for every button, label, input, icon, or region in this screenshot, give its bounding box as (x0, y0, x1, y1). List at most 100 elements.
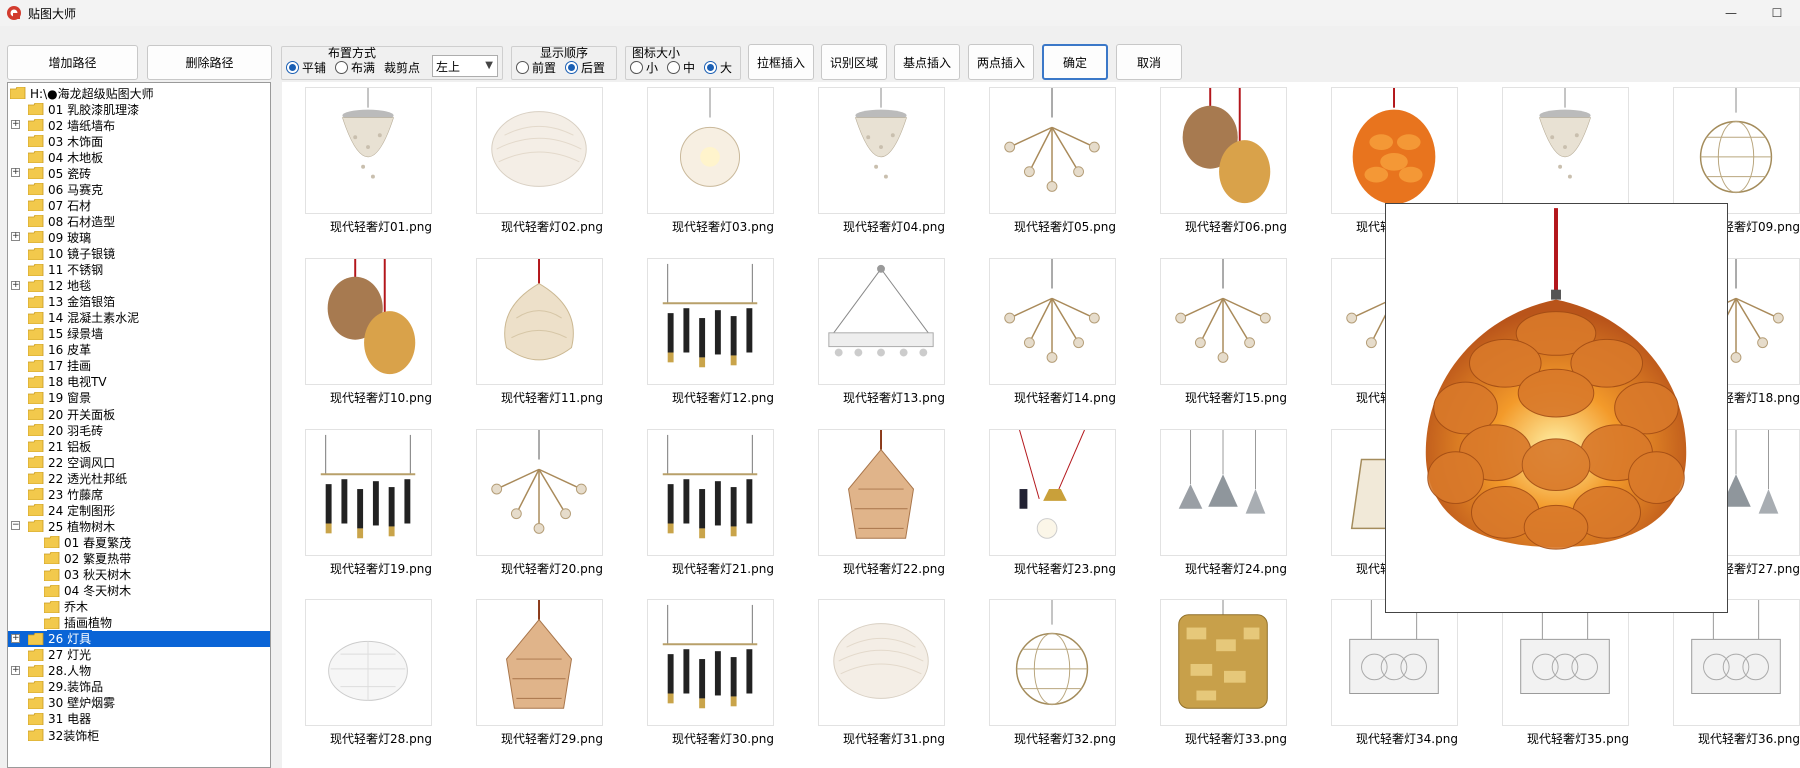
folder-tree[interactable]: H:\●海龙超级贴图大师 01 乳胶漆肌理漆 +02 墙纸墙布 03 木饰面 04 木地… (7, 82, 271, 768)
layout-radio-tile[interactable] (286, 61, 299, 74)
tree-item[interactable]: 08 石材造型 (8, 213, 270, 229)
image-tile[interactable]: 现代轻奢灯34.png (1308, 594, 1458, 754)
basepoint-insert-button[interactable]: 基点插入 (894, 44, 960, 80)
lamp-thumbnail[interactable] (818, 258, 945, 385)
lamp-thumbnail[interactable] (989, 429, 1116, 556)
tree-item[interactable]: 06 马赛克 (8, 181, 270, 197)
order-radio-back[interactable] (565, 61, 579, 74)
image-tile[interactable]: 现代轻奢灯28.png (282, 594, 432, 754)
lamp-thumbnail[interactable] (1502, 87, 1629, 214)
lamp-thumbnail[interactable] (305, 599, 432, 726)
delete-path-button[interactable]: 删除路径 (147, 45, 272, 80)
lamp-thumbnail[interactable] (1160, 599, 1287, 726)
layout-radio-fill[interactable] (335, 61, 349, 74)
lamp-thumbnail[interactable] (1160, 429, 1287, 556)
tree-item[interactable]: 03 秋天树木 (8, 567, 270, 583)
tree-item[interactable]: 13 金箔银箔 (8, 294, 270, 310)
lamp-thumbnail[interactable] (1673, 599, 1800, 726)
size-radio-large[interactable] (704, 61, 718, 74)
tree-item[interactable]: 18 电视TV (8, 374, 270, 390)
tree-item[interactable]: 10 镜子银镜 (8, 246, 270, 262)
two-point-insert-button[interactable]: 两点插入 (968, 44, 1034, 80)
image-tile[interactable]: 现代轻奢灯32.png (966, 594, 1116, 754)
expand-icon[interactable]: + (11, 665, 20, 675)
lamp-thumbnail[interactable] (818, 599, 945, 726)
image-tile[interactable]: 现代轻奢灯06.png (1137, 82, 1287, 242)
image-tile[interactable]: 现代轻奢灯12.png (624, 253, 774, 413)
image-tile[interactable]: 现代轻奢灯01.png (282, 82, 432, 242)
tree-item[interactable]: 14 混凝土素水泥 (8, 310, 270, 326)
image-tile[interactable]: 现代轻奢灯15.png (1137, 253, 1287, 413)
tree-item[interactable]: 19 窗景 (8, 390, 270, 406)
tree-item[interactable]: 22 透光杜邦纸 (8, 470, 270, 486)
image-tile[interactable]: 现代轻奢灯03.png (624, 82, 774, 242)
lamp-thumbnail[interactable] (476, 599, 603, 726)
tree-item[interactable]: +26 灯具 (8, 630, 270, 648)
size-radio-small[interactable] (630, 61, 643, 74)
image-tile[interactable]: 现代轻奢灯30.png (624, 594, 774, 754)
tree-item[interactable]: 20 开关面板 (8, 406, 270, 422)
tree-item[interactable]: 07 石材 (8, 197, 270, 213)
lamp-thumbnail[interactable] (989, 258, 1116, 385)
lamp-thumbnail[interactable] (1673, 87, 1800, 214)
tree-item[interactable]: 32装饰柜 (8, 727, 270, 743)
lamp-thumbnail[interactable] (989, 87, 1116, 214)
tree-item[interactable]: − 25 植物树木 (8, 518, 270, 534)
lamp-thumbnail[interactable] (1502, 599, 1629, 726)
lamp-thumbnail[interactable] (989, 599, 1116, 726)
expand-icon[interactable]: + (11, 633, 20, 643)
image-tile[interactable]: 现代轻奢灯13.png (795, 253, 945, 413)
tree-item[interactable]: 31 电器 (8, 711, 270, 727)
image-tile[interactable]: 现代轻奢灯04.png (795, 82, 945, 242)
lamp-thumbnail[interactable] (647, 599, 774, 726)
cancel-button[interactable]: 取消 (1116, 44, 1182, 80)
lamp-thumbnail[interactable] (818, 429, 945, 556)
expand-icon[interactable]: + (11, 168, 20, 178)
expand-icon[interactable]: + (11, 280, 20, 290)
tree-item[interactable]: 01 乳胶漆肌理漆 (8, 101, 270, 117)
maximize-button[interactable]: ☐ (1754, 0, 1800, 26)
tree-item[interactable]: 01 春夏繁茂 (8, 534, 270, 550)
tree-item[interactable]: +28.人物 (8, 663, 270, 679)
tree-item[interactable]: 24 定制图形 (8, 502, 270, 518)
tree-item[interactable]: 乔木 (8, 599, 270, 615)
image-tile[interactable]: 现代轻奢灯05.png (966, 82, 1116, 242)
image-tile[interactable]: 现代轻奢灯22.png (795, 424, 945, 584)
image-tile[interactable]: 现代轻奢灯31.png (795, 594, 945, 754)
tree-item[interactable]: 20 羽毛砖 (8, 422, 270, 438)
tree-item[interactable]: +09 玻璃 (8, 229, 270, 245)
confirm-button[interactable]: 确定 (1042, 44, 1108, 80)
image-tile[interactable]: 现代轻奢灯21.png (624, 424, 774, 584)
lamp-thumbnail[interactable] (476, 258, 603, 385)
tree-item[interactable]: 03 木饰面 (8, 133, 270, 149)
tree-item[interactable]: H:\●海龙超级贴图大师 (8, 85, 270, 101)
collapse-icon[interactable]: − (11, 521, 20, 531)
lamp-thumbnail[interactable] (1160, 87, 1287, 214)
minimize-button[interactable]: — (1708, 0, 1754, 26)
box-insert-button[interactable]: 拉框插入 (748, 44, 814, 80)
expand-icon[interactable]: + (11, 232, 20, 242)
tree-item[interactable]: 插画植物 (8, 615, 270, 631)
tree-item[interactable]: 29.装饰品 (8, 679, 270, 695)
tree-item[interactable]: +12 地毯 (8, 278, 270, 294)
image-tile[interactable]: 现代轻奢灯33.png (1137, 594, 1287, 754)
lamp-thumbnail[interactable] (305, 258, 432, 385)
lamp-thumbnail[interactable] (305, 87, 432, 214)
lamp-thumbnail[interactable] (818, 87, 945, 214)
lamp-thumbnail[interactable] (647, 258, 774, 385)
tree-item[interactable]: 15 绿景墙 (8, 326, 270, 342)
tree-item[interactable]: 16 皮革 (8, 342, 270, 358)
size-radio-medium[interactable] (667, 61, 681, 74)
image-tile[interactable]: 现代轻奢灯14.png (966, 253, 1116, 413)
lamp-thumbnail[interactable] (476, 429, 603, 556)
detect-area-button[interactable]: 识别区域 (821, 44, 887, 80)
image-tile[interactable]: 现代轻奢灯02.png (453, 82, 603, 242)
lamp-thumbnail[interactable] (1160, 258, 1287, 385)
tree-item[interactable]: 04 木地板 (8, 149, 270, 165)
tree-item[interactable]: +02 墙纸墙布 (8, 117, 270, 133)
lamp-thumbnail[interactable] (305, 429, 432, 556)
tree-item[interactable]: 02 繁夏热带 (8, 550, 270, 566)
image-tile[interactable]: 现代轻奢灯10.png (282, 253, 432, 413)
tree-item[interactable]: 17 挂画 (8, 358, 270, 374)
tree-item[interactable]: 21 铝板 (8, 438, 270, 454)
